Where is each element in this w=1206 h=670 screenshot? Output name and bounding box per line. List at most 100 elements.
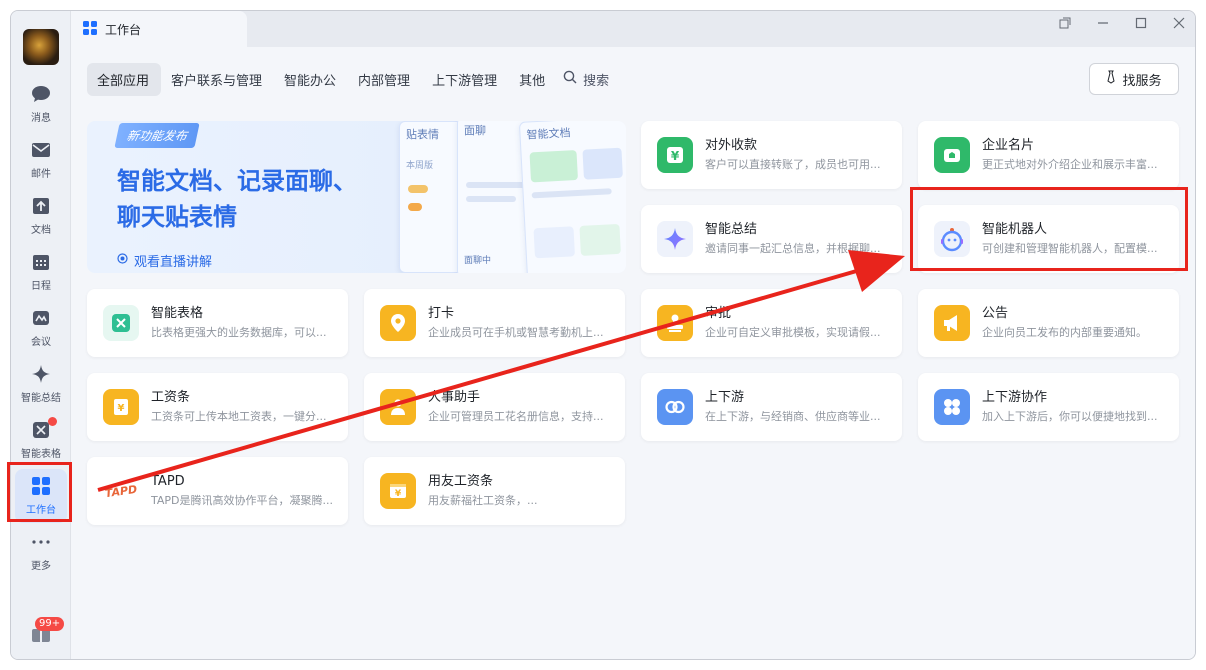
sidebar-item-more[interactable]: 更多 <box>15 525 67 579</box>
table-icon <box>103 305 139 341</box>
line-shape <box>466 182 526 188</box>
calendar-icon <box>30 251 52 273</box>
app-card-approval[interactable]: 审批企业可自定义审批模板，实现请假... <box>641 289 902 357</box>
app-desc: 可创建和管理智能机器人，配置模... <box>982 242 1158 255</box>
close-icon[interactable] <box>1171 15 1187 31</box>
banner-mock-doc: 智能文档 <box>518 121 626 273</box>
sidebar-item-meeting[interactable]: 会议 <box>15 301 67 355</box>
tab-all-apps[interactable]: 全部应用 <box>87 62 162 96</box>
banner-live-link[interactable]: 观看直播讲解 <box>117 251 212 270</box>
app-card-check-in[interactable]: 打卡企业成员可在手机或智慧考勤机上... <box>364 289 625 357</box>
sidebar-item-smart-table[interactable]: 智能表格 <box>15 413 67 467</box>
app-card-business-card[interactable]: 企业名片更正式地对外介绍企业和展示丰富... <box>918 121 1179 189</box>
search-button[interactable]: 搜索 <box>563 70 609 89</box>
tab-workbench[interactable]: 工作台 <box>71 11 247 47</box>
doc-preview <box>529 147 623 183</box>
app-title: 用友工资条 <box>428 474 494 489</box>
chat-bubble-icon <box>30 83 52 105</box>
find-service-button[interactable]: 找服务 <box>1089 63 1179 95</box>
app-desc: 更正式地对外介绍企业和展示丰富... <box>982 158 1158 171</box>
sticker-shape <box>408 185 428 193</box>
sidebar-item-docs[interactable]: 文档 <box>15 189 67 243</box>
app-card-supply-collab[interactable]: 上下游协作 加入上下游后，你可以便捷地找到... <box>918 373 1179 441</box>
sidebar-item-workbench[interactable]: 工作台 <box>15 469 67 523</box>
app-desc: 加入上下游后，你可以便捷地找到... <box>982 410 1158 423</box>
app-title: 审批 <box>705 306 732 321</box>
app-title: 工资条 <box>151 390 191 405</box>
app-desc: 企业可自定义审批模板，实现请假... <box>705 326 881 339</box>
tab-smart-office[interactable]: 智能办公 <box>274 63 348 96</box>
app-title: 人事助手 <box>428 390 481 405</box>
popout-icon[interactable] <box>1057 15 1073 31</box>
robot-icon <box>934 221 970 257</box>
app-window: 消息 邮件 文档 日程 会议 智能总结 智能表格 工作台 更多 99+ 工作台 … <box>10 10 1196 660</box>
workbench-main: 全部应用 客户联系与管理 智能办公 内部管理 上下游管理 其他 搜索 找服务 新… <box>71 47 1195 659</box>
app-desc: 企业向员工发布的内部重要通知。 <box>982 326 1147 339</box>
app-desc: 企业可管理员工花名册信息，支持... <box>428 410 604 423</box>
app-title: 公告 <box>982 306 1009 321</box>
search-icon <box>563 70 577 88</box>
app-title: 企业名片 <box>982 138 1035 153</box>
svg-text:TAPD: TAPD <box>104 483 138 500</box>
search-label: 搜索 <box>583 73 610 89</box>
mock-text: 面聊中 <box>464 256 492 266</box>
banner-title-line: 聊天贴表情 <box>117 203 237 231</box>
app-desc: 用友薪福社工资条，... <box>428 494 538 507</box>
app-desc: 企业成员可在手机或智慧考勤机上... <box>428 326 604 339</box>
sticker-shape <box>408 203 422 211</box>
sidebar: 消息 邮件 文档 日程 会议 智能总结 智能表格 工作台 更多 99+ <box>11 11 71 659</box>
app-card-announcement[interactable]: 公告企业向员工发布的内部重要通知。 <box>918 289 1179 357</box>
maximize-icon[interactable] <box>1133 15 1149 31</box>
sidebar-item-smart-summary[interactable]: 智能总结 <box>15 357 67 411</box>
banner-tag: 新功能发布 <box>114 123 200 148</box>
mock-title: 智能文档 <box>526 126 571 142</box>
sidebar-item-mail[interactable]: 邮件 <box>15 133 67 187</box>
clover-icon <box>934 389 970 425</box>
app-card-supply-chain[interactable]: 上下游 在上下游，与经销商、供应商等业... <box>641 373 902 441</box>
tab-customer[interactable]: 客户联系与管理 <box>161 63 274 96</box>
location-icon <box>380 305 416 341</box>
window-controls <box>1057 11 1187 35</box>
app-card-tapd[interactable]: TAPD TAPD TAPD是腾讯高效协作平台，凝聚腾... <box>87 457 348 525</box>
banner-title-line: 智能文档、记录面聊、 <box>117 167 357 195</box>
link-icon <box>657 389 693 425</box>
sidebar-item-messages[interactable]: 消息 <box>15 77 67 131</box>
promo-banner[interactable]: 新功能发布 智能文档、记录面聊、 聊天贴表情 观看直播讲解 贴表情 本周版 面聊 <box>87 121 626 273</box>
sidebar-item-label: 更多 <box>31 561 51 572</box>
tab-supply-chain[interactable]: 上下游管理 <box>422 63 509 96</box>
app-desc: 比表格更强大的业务数据库，可以... <box>151 326 327 339</box>
app-card-smart-summary[interactable]: 智能总结 邀请同事一起汇总信息，并根据聊... <box>641 205 902 273</box>
app-card-hr-assistant[interactable]: 人事助手企业可管理员工花名册信息，支持... <box>364 373 625 441</box>
app-desc: 客户可以直接转账了，成员也可用... <box>705 158 881 171</box>
sidebar-item-label: 工作台 <box>26 505 56 516</box>
app-card-smart-table[interactable]: 智能表格 比表格更强大的业务数据库，可以... <box>87 289 348 357</box>
sidebar-item-label: 智能总结 <box>21 393 61 404</box>
sidebar-item-label: 文档 <box>31 225 51 236</box>
app-card-payslip[interactable]: ¥ 工资条 工资条可上传本地工资表，一键分... <box>87 373 348 441</box>
app-card-smart-robot[interactable]: 智能机器人 可创建和管理智能机器人，配置模... <box>918 205 1179 273</box>
app-card-external-payment[interactable]: ¥ 对外收款客户可以直接转账了，成员也可用... <box>641 121 902 189</box>
radio-dot-icon <box>117 253 128 268</box>
app-desc: 在上下游，与经销商、供应商等业... <box>705 410 881 423</box>
notification-badge: 99+ <box>35 617 65 631</box>
mail-icon <box>30 139 52 161</box>
line-shape <box>466 196 516 202</box>
tab-other[interactable]: 其他 <box>509 63 557 96</box>
tapd-logo-icon: TAPD <box>103 473 139 509</box>
person-icon <box>380 389 416 425</box>
app-title: 打卡 <box>428 306 455 321</box>
tab-title: 工作台 <box>105 22 142 37</box>
card-icon <box>934 137 970 173</box>
yuan-icon: ¥ <box>657 137 693 173</box>
sparkle-icon <box>30 363 52 385</box>
minimize-icon[interactable] <box>1095 15 1111 31</box>
sidebar-item-calendar[interactable]: 日程 <box>15 245 67 299</box>
sidebar-item-label: 智能表格 <box>21 449 61 460</box>
avatar[interactable] <box>23 29 59 65</box>
app-title: 对外收款 <box>705 138 758 153</box>
svg-text:¥: ¥ <box>118 403 125 414</box>
tab-internal[interactable]: 内部管理 <box>348 63 422 96</box>
app-card-yonyou-payslip[interactable]: ¥ 用友工资条 用友薪福社工资条，... <box>364 457 625 525</box>
app-desc: TAPD是腾讯高效协作平台，凝聚腾... <box>151 494 333 507</box>
sparkle-icon <box>657 221 693 257</box>
